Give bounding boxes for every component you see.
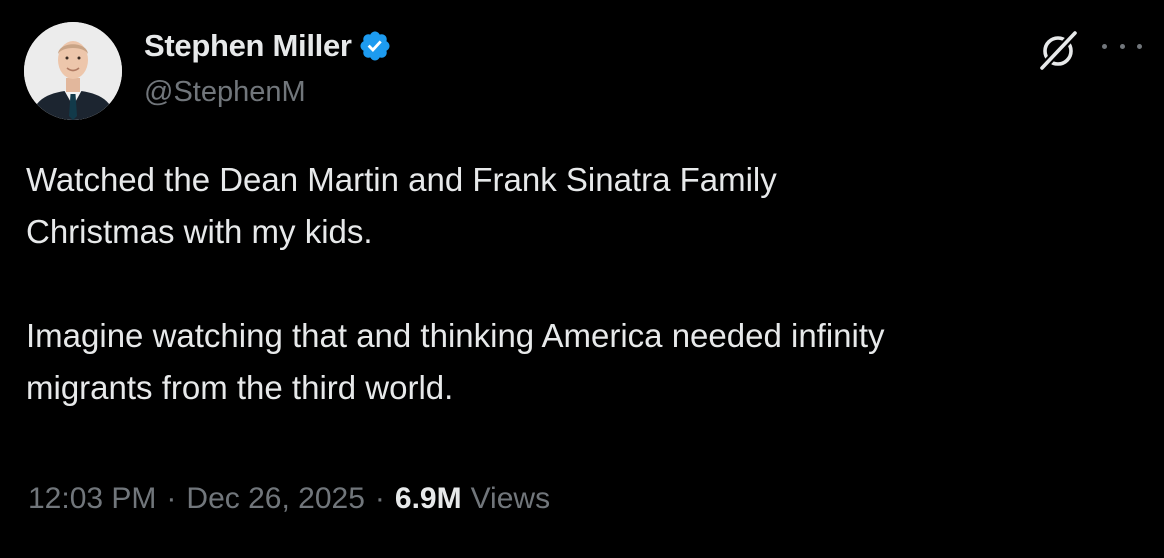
verified-badge-icon[interactable] xyxy=(358,29,392,63)
avatar[interactable] xyxy=(24,22,122,120)
separator: · xyxy=(166,482,177,515)
tweet-text-line: Imagine watching that and thinking Ameri… xyxy=(26,317,885,354)
tweet-card: Stephen Miller @StephenM Watched the Dea… xyxy=(0,0,1164,558)
more-options-icon[interactable] xyxy=(1102,34,1142,58)
tweet-metadata: 12:03 PM · Dec 26, 2025 · 6.9M Views xyxy=(28,482,550,516)
separator: · xyxy=(374,482,385,515)
tweet-date[interactable]: Dec 26, 2025 xyxy=(186,482,364,516)
views-label: Views xyxy=(470,482,551,515)
views-count[interactable]: 6.9M xyxy=(395,482,462,516)
user-handle[interactable]: @StephenM xyxy=(144,76,306,109)
tweet-text-line: migrants from the third world. xyxy=(26,369,454,406)
tweet-text-line: Christmas with my kids. xyxy=(26,213,373,250)
display-name[interactable]: Stephen Miller xyxy=(144,28,352,64)
avatar-photo xyxy=(24,22,122,120)
tweet-text: Watched the Dean Martin and Frank Sinatr… xyxy=(26,154,1136,414)
tweet-text-line: Watched the Dean Martin and Frank Sinatr… xyxy=(26,161,777,198)
tweet-time[interactable]: 12:03 PM xyxy=(28,482,156,516)
grok-icon[interactable] xyxy=(1034,26,1082,74)
name-row: Stephen Miller xyxy=(144,26,392,66)
